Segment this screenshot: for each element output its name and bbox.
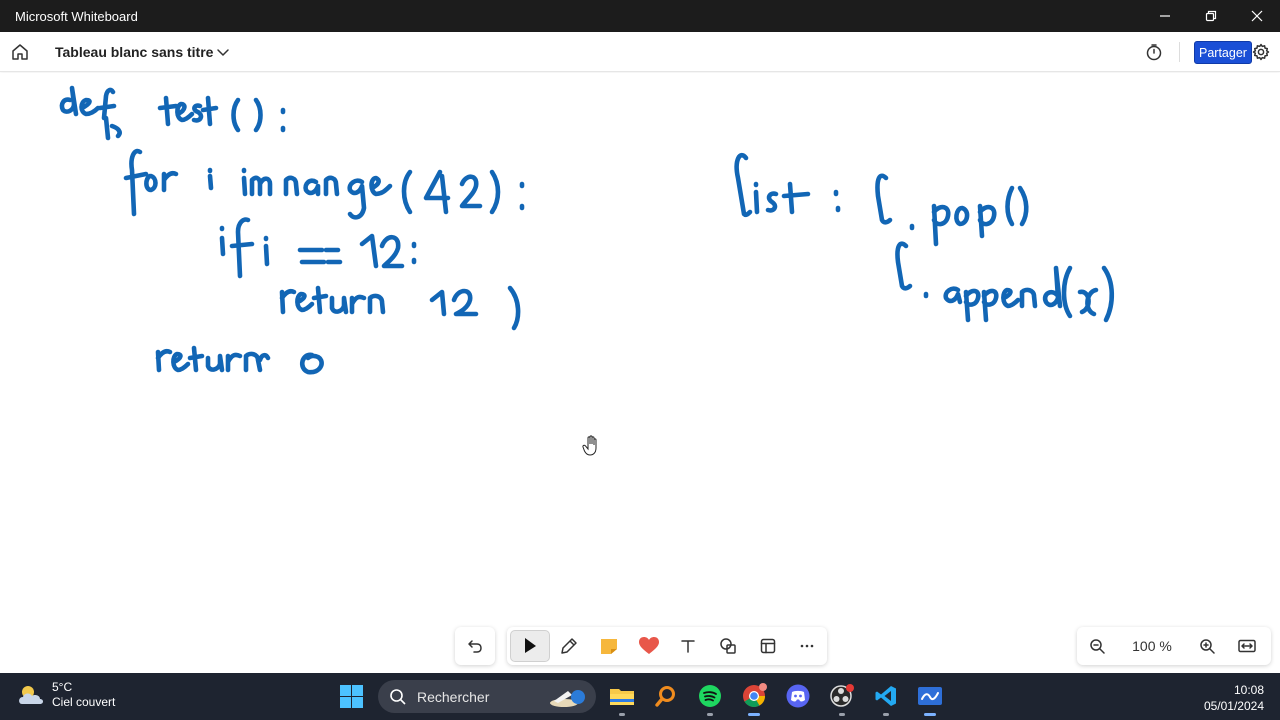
taskbar-search[interactable]: Rechercher — [378, 680, 596, 713]
zoom-level[interactable]: 100 % — [1117, 638, 1187, 654]
chrome-icon — [743, 683, 767, 707]
running-indicator — [883, 713, 889, 716]
sticky-note-tool[interactable] — [589, 630, 629, 662]
taskbar-chrome[interactable] — [739, 681, 769, 716]
undo-button[interactable] — [455, 627, 495, 665]
file-explorer-icon — [610, 689, 634, 705]
restore-icon — [1205, 10, 1217, 22]
active-indicator — [748, 713, 760, 716]
taskbar-file-explorer[interactable] — [607, 681, 637, 716]
select-icon — [524, 638, 536, 653]
running-indicator — [839, 713, 845, 716]
share-button[interactable]: Partager — [1194, 41, 1252, 64]
zoom-in-button[interactable] — [1187, 627, 1227, 665]
close-icon — [1251, 10, 1263, 22]
fit-screen-icon — [1238, 639, 1256, 653]
minimize-icon — [1160, 15, 1170, 17]
obs-icon — [830, 684, 854, 707]
zoom-out-icon — [1090, 639, 1105, 654]
whiteboard-icon — [918, 687, 942, 705]
sticky-note-icon — [601, 639, 618, 654]
text-icon — [681, 640, 696, 653]
shapes-tool[interactable] — [708, 630, 748, 662]
search-placeholder: Rechercher — [417, 688, 490, 705]
shapes-icon — [720, 638, 736, 654]
timer-icon[interactable] — [1145, 43, 1163, 61]
more-icon — [800, 644, 814, 648]
discord-icon — [786, 684, 810, 708]
close-button[interactable] — [1234, 0, 1280, 32]
app-header: Tableau blanc sans titre Partager — [0, 32, 1280, 72]
running-indicator — [707, 713, 713, 716]
restore-button[interactable] — [1188, 0, 1234, 32]
taskbar-whiteboard[interactable] — [915, 681, 945, 716]
cloud-icon — [19, 686, 43, 704]
zoom-controls: 100 % — [1077, 627, 1271, 665]
app-title: Microsoft Whiteboard — [15, 8, 138, 24]
taskbar: 5°C Ciel couvert Rechercher 10:08 05/01/… — [0, 673, 1280, 720]
minimize-button[interactable] — [1142, 0, 1188, 32]
handwriting-ink — [59, 85, 1115, 375]
fit-to-screen-button[interactable] — [1227, 627, 1267, 665]
zoom-in-icon — [1200, 639, 1215, 654]
search-highlight-icon — [550, 690, 585, 707]
search-app-icon — [655, 686, 675, 707]
board-title[interactable]: Tableau blanc sans titre — [55, 44, 213, 60]
taskbar-search-app[interactable] — [651, 681, 681, 711]
reactions-tool[interactable] — [629, 630, 669, 662]
search-icon — [390, 688, 406, 705]
pen-tool[interactable] — [550, 630, 590, 662]
header-separator — [1179, 42, 1180, 62]
pen-icon — [561, 638, 578, 654]
weather-description: Ciel couvert — [52, 695, 116, 709]
taskbar-discord[interactable] — [783, 681, 813, 711]
window-controls — [1142, 0, 1280, 32]
app-window: Microsoft Whiteboard Tableau blanc sans … — [0, 0, 1280, 720]
text-tool[interactable] — [669, 630, 709, 662]
more-tool[interactable] — [787, 630, 827, 662]
taskbar-clock[interactable]: 10:08 05/01/2024 — [1204, 682, 1264, 714]
taskbar-spotify[interactable] — [695, 681, 725, 716]
taskbar-vscode[interactable] — [871, 681, 901, 716]
undo-icon — [468, 640, 482, 653]
whiteboard-canvas[interactable] — [0, 73, 1280, 673]
hand-cursor-icon — [582, 435, 597, 456]
taskbar-obs[interactable] — [827, 681, 857, 716]
templates-tool[interactable] — [748, 630, 788, 662]
spotify-icon — [699, 685, 721, 707]
chevron-down-icon[interactable] — [216, 45, 230, 59]
tools-toolbar — [507, 627, 827, 665]
running-indicator — [619, 713, 625, 716]
clock-time: 10:08 — [1233, 683, 1264, 697]
vscode-icon — [875, 686, 896, 706]
windows-start-icon[interactable] — [339, 684, 364, 709]
active-indicator — [924, 713, 936, 716]
gear-icon[interactable] — [1252, 43, 1270, 61]
home-icon[interactable] — [10, 42, 30, 62]
clock-date: 05/01/2024 — [1203, 699, 1264, 713]
reaction-icon — [638, 637, 659, 654]
zoom-out-button[interactable] — [1077, 627, 1117, 665]
template-icon — [760, 638, 775, 654]
title-bar: Microsoft Whiteboard — [0, 0, 1280, 32]
weather-widget[interactable]: 5°C Ciel couvert — [16, 680, 115, 710]
select-tool[interactable] — [510, 630, 550, 662]
weather-temperature: 5°C — [52, 680, 73, 694]
